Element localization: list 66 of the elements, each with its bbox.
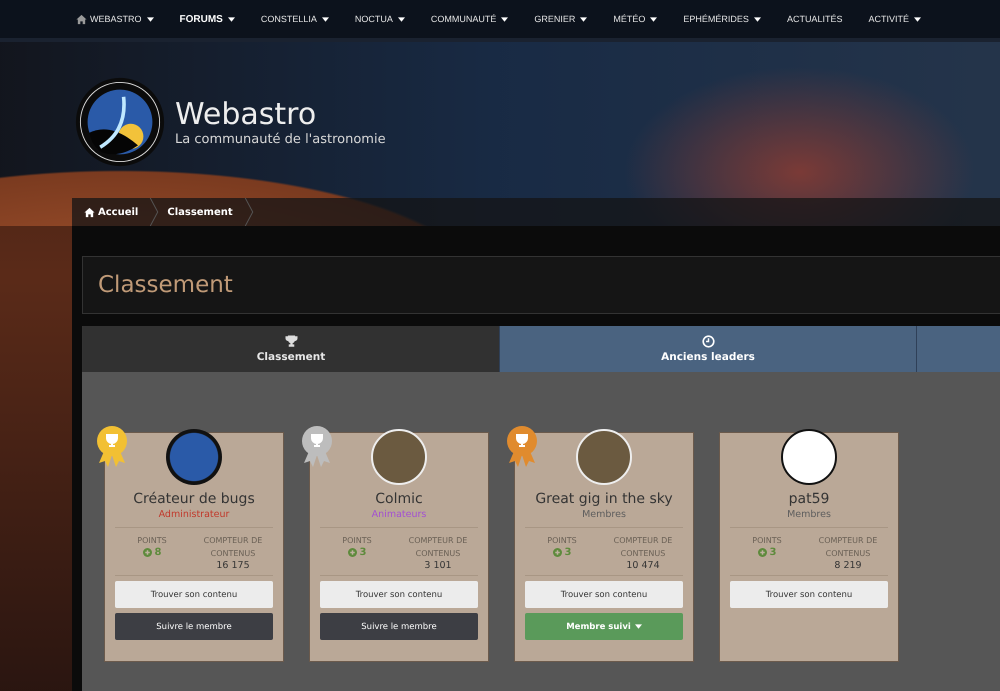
caret-icon — [322, 16, 329, 22]
stat-label: POINTS — [342, 535, 372, 547]
content-count: 8 219 — [834, 560, 862, 571]
nav-link[interactable]: EPHÉMÉRIDES — [683, 14, 761, 24]
trophy-icon — [284, 335, 298, 348]
find-content-button[interactable]: Trouver son contenu — [730, 581, 888, 608]
tab[interactable]: Classement — [83, 326, 500, 372]
home-icon — [84, 206, 95, 218]
member-role: Membres — [582, 509, 626, 520]
site-tagline: La communauté de l'astronomie — [175, 132, 386, 146]
nav-link[interactable]: NOCTUA — [354, 14, 405, 24]
stat-label: COMPTEUR DE CONTENUS — [612, 535, 674, 560]
stat-label: COMPTEUR DE CONTENUS — [202, 535, 264, 560]
stat-label: POINTS — [752, 535, 782, 547]
caret-icon — [398, 16, 405, 22]
nav-link[interactable]: WEBASTRO — [76, 14, 154, 24]
member-role: Membres — [787, 509, 831, 520]
plus-circle-icon — [348, 548, 357, 557]
find-content-button[interactable]: Trouver son contenu — [320, 581, 478, 608]
points-value: 3 — [564, 547, 572, 558]
member-role: Animateurs — [372, 509, 426, 520]
content-count: 10 474 — [626, 560, 660, 571]
member-name[interactable]: Créateur de bugs — [133, 491, 255, 507]
stat-label: POINTS — [547, 535, 577, 547]
member-name[interactable]: pat59 — [788, 491, 830, 507]
plus-circle-icon — [758, 548, 767, 557]
member-name[interactable]: Great gig in the sky — [535, 491, 673, 507]
member-role: Administrateur — [158, 509, 230, 520]
nav-link[interactable]: COMMUNAUTÉ — [430, 14, 508, 24]
nav-link[interactable]: MÉTÉO — [613, 14, 658, 24]
caret-icon — [634, 624, 642, 629]
stat-label: COMPTEUR DE CONTENUS — [408, 535, 468, 560]
page-title: Classement — [98, 272, 233, 298]
caret-icon — [650, 16, 658, 22]
nav-link[interactable]: ACTIVITÉ — [868, 14, 921, 24]
points-value: 3 — [770, 547, 776, 558]
clock-icon — [702, 335, 714, 348]
follow-button[interactable]: Suivre le membre — [115, 613, 273, 640]
member-name[interactable]: Colmic — [375, 491, 423, 507]
plus-circle-icon — [142, 548, 152, 557]
home-icon — [76, 14, 87, 24]
caret-icon — [228, 16, 235, 22]
caret-icon — [914, 16, 921, 22]
follow-button[interactable]: Suivre le membre — [320, 613, 478, 640]
points-value: 3 — [360, 547, 366, 558]
nav-link[interactable]: GRENIER — [534, 14, 588, 24]
nav-link[interactable]: ACTUALITÉS — [786, 14, 842, 24]
nav-link[interactable]: CONSTELLIA — [260, 14, 329, 24]
plus-circle-icon — [552, 548, 562, 557]
caret-icon — [501, 16, 508, 22]
stat-label: POINTS — [137, 535, 167, 547]
points-value: 8 — [154, 547, 162, 558]
find-content-button[interactable]: Trouver son contenu — [115, 581, 273, 608]
content-count: 3 101 — [424, 560, 452, 571]
caret-icon — [146, 16, 154, 22]
caret-icon — [580, 16, 588, 22]
site-title: Webastro — [175, 98, 318, 132]
content-count: 16 175 — [216, 560, 250, 571]
nav-link[interactable]: FORUMS — [180, 14, 235, 24]
breadcrumb-link[interactable]: Accueil — [84, 198, 168, 226]
chevron-separator-icon — [149, 198, 160, 226]
breadcrumb-link[interactable]: Classement — [167, 198, 262, 226]
stat-label: COMPTEUR DE CONTENUS — [818, 535, 878, 560]
chevron-separator-icon — [244, 198, 254, 226]
caret-icon — [754, 16, 761, 22]
find-content-button[interactable]: Trouver son contenu — [525, 581, 683, 608]
